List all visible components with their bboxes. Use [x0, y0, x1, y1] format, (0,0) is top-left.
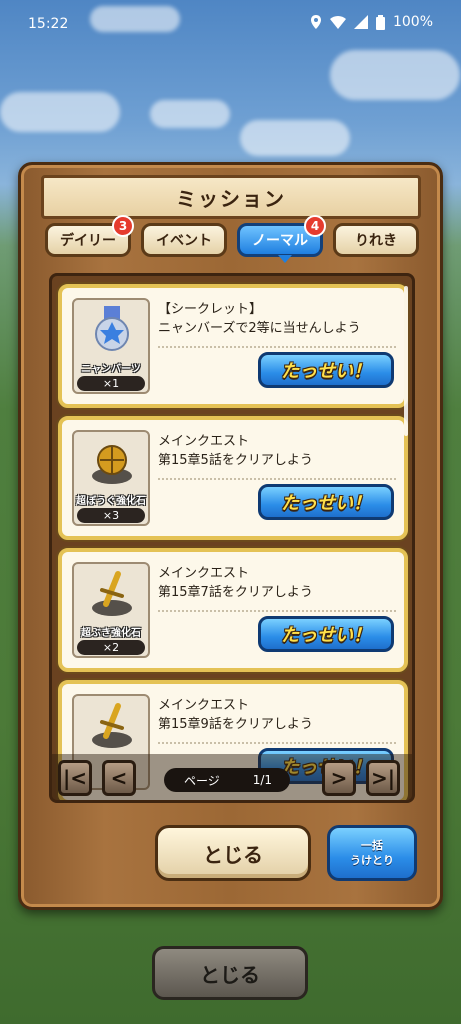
tab-label: りれき [355, 233, 397, 249]
cloud [240, 120, 350, 156]
battery-percent: 100% [392, 14, 433, 30]
mission-card: 超ぶき強化石 ×2 メインクエスト 第15章7話をクリアしよう たっせい！ [58, 548, 408, 672]
status-icons: 100% [310, 14, 433, 30]
status-time: 15:22 [28, 16, 69, 32]
status-bar: 15:22 100% [0, 0, 461, 48]
panel-title: ミッション [41, 175, 421, 219]
bulk-label-line1: 一括 [361, 839, 383, 852]
battery-icon [375, 14, 385, 30]
medal-icon [95, 306, 129, 351]
armor-stone-icon [92, 445, 132, 484]
mission-category: メインクエスト [158, 698, 250, 713]
mission-card: ニャンバーツー！ ×1 【シークレット】 ニャンバーズで2等に当せんしよう たっ… [58, 284, 408, 408]
mission-text: メインクエスト 第15章7話をクリアしよう [158, 564, 398, 602]
mission-category: 【シークレット】 [158, 302, 263, 317]
mission-description: 第15章9話をクリアしよう [158, 717, 313, 732]
tab-event[interactable]: イベント [141, 223, 227, 257]
tab-label: イベント [156, 233, 212, 249]
mission-list[interactable]: ニャンバーツー！ ×1 【シークレット】 ニャンバーズで2等に当せんしよう たっ… [49, 273, 415, 803]
reward-quantity: ×1 [77, 376, 145, 391]
next-page-button[interactable]: > [322, 760, 356, 796]
divider [158, 478, 396, 480]
notification-badge: 4 [304, 215, 326, 237]
page-value: 1/1 [252, 773, 272, 787]
mission-text: 【シークレット】 ニャンバーズで2等に当せんしよう [158, 300, 398, 338]
achieve-button[interactable]: たっせい！ [258, 484, 394, 520]
first-page-button[interactable]: |< [58, 760, 92, 796]
divider [158, 610, 396, 612]
scrollbar[interactable] [404, 286, 408, 436]
mission-category: メインクエスト [158, 434, 250, 449]
page-indicator: ページ 1/1 [164, 768, 290, 792]
signal-icon [353, 15, 368, 29]
page-label: ページ [184, 773, 220, 788]
tab-normal[interactable]: ノーマル 4 [237, 215, 326, 263]
achieve-button[interactable]: たっせい！ [258, 616, 394, 652]
mission-description: 第15章7話をクリアしよう [158, 585, 313, 600]
tab-daily[interactable]: デイリー 3 [45, 215, 134, 257]
cloud [150, 100, 230, 128]
cloud [0, 92, 120, 132]
divider [158, 742, 396, 744]
reward-name: 超ぶき強化石 [81, 628, 141, 639]
mission-text: メインクエスト 第15章9話をクリアしよう [158, 696, 398, 734]
notification-badge: 3 [112, 215, 134, 237]
mission-category: メインクエスト [158, 566, 250, 581]
mission-description: ニャンバーズで2等に当せんしよう [158, 321, 361, 336]
mission-card: 超ぼうぐ強化石 ×3 メインクエスト 第15章5話をクリアしよう たっせい！ [58, 416, 408, 540]
mission-description: 第15章5話をクリアしよう [158, 453, 313, 468]
tab-bar: デイリー 3 イベント ノーマル 4 りれき [45, 215, 425, 263]
reward-box: 超ぶき強化石 ×2 [72, 562, 150, 658]
weapon-stone-icon [92, 571, 132, 616]
wifi-icon [329, 15, 346, 29]
weapon-stone-icon [92, 703, 132, 748]
mission-panel: ミッション デイリー 3 イベント ノーマル 4 りれき ニャンバーツー！ [18, 162, 443, 910]
tab-label: ノーマル [252, 233, 308, 249]
reward-quantity: ×3 [77, 508, 145, 523]
reward-box: ニャンバーツー！ ×1 [72, 298, 150, 394]
background-close-button[interactable]: とじる [152, 946, 308, 1000]
bulk-label-line2: うけとり [350, 854, 394, 867]
prev-page-button[interactable]: < [102, 760, 136, 796]
cloud [330, 50, 460, 100]
achieve-button[interactable]: たっせい！ [258, 352, 394, 388]
reward-quantity: ×2 [77, 640, 145, 655]
location-icon [310, 15, 321, 29]
bulk-receive-button[interactable]: 一括 うけとり [327, 825, 417, 881]
reward-name: 超ぼうぐ強化石 [76, 496, 146, 507]
tab-history[interactable]: りれき [333, 223, 419, 257]
divider [158, 346, 396, 348]
tab-label: デイリー [60, 233, 116, 249]
close-button[interactable]: とじる [155, 825, 311, 881]
pager: |< < ページ 1/1 > >| [52, 754, 412, 800]
last-page-button[interactable]: >| [366, 760, 400, 796]
mission-text: メインクエスト 第15章5話をクリアしよう [158, 432, 398, 470]
reward-box: 超ぼうぐ強化石 ×3 [72, 430, 150, 526]
